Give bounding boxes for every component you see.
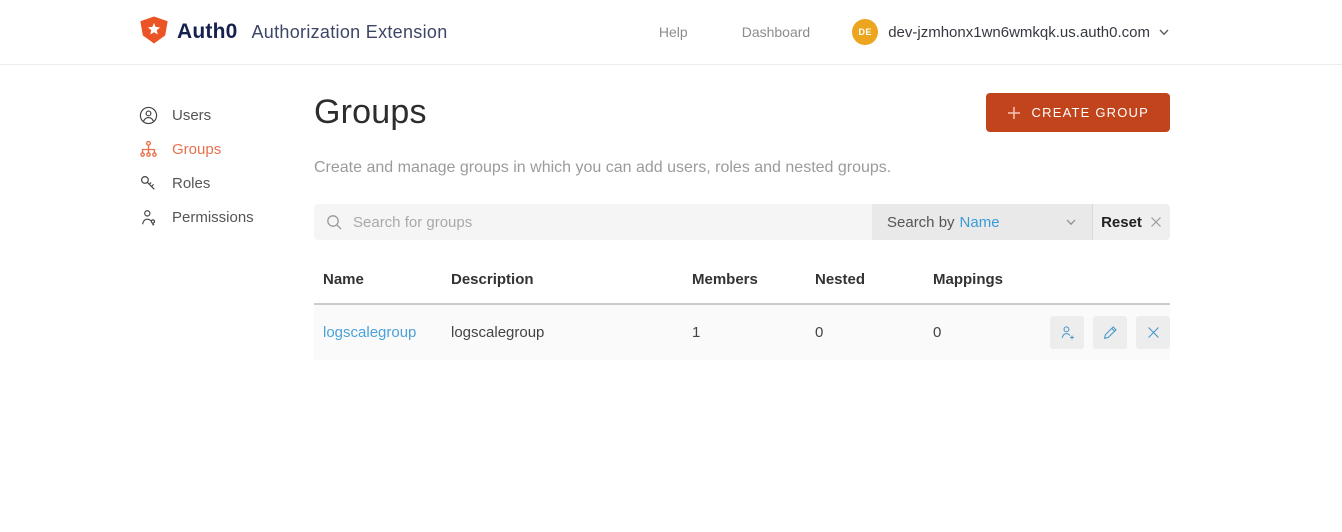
sidebar-item-label: Groups (172, 140, 222, 158)
sidebar-item-users[interactable]: Users (139, 105, 314, 125)
column-description: Description (451, 271, 534, 288)
sidebar-item-groups[interactable]: Groups (139, 139, 314, 159)
account-menu[interactable]: DE dev-jzmhonx1wn6wmkqk.us.auth0.com (852, 19, 1170, 45)
delete-group-button[interactable] (1136, 316, 1170, 349)
sidebar-item-label: Roles (172, 174, 211, 192)
brand-wordmark: Auth0 (177, 20, 238, 43)
avatar[interactable]: DE (852, 19, 879, 45)
keys-icon (141, 175, 155, 190)
group-members-cell: 1 (692, 324, 701, 341)
create-group-button[interactable]: CREATE GROUP (985, 93, 1170, 132)
groups-table: Name Description Members Nested Mappings… (314, 271, 1170, 360)
chevron-down-icon (1159, 29, 1169, 36)
create-group-label: CREATE GROUP (1031, 105, 1149, 120)
sidebar-item-roles[interactable]: Roles (139, 173, 314, 193)
user-icon (139, 106, 158, 124)
app-title: Authorization Extension (251, 21, 448, 42)
person-key-icon (141, 209, 156, 225)
search-by-value: Name (959, 213, 1000, 231)
add-member-button[interactable] (1050, 316, 1084, 349)
edit-group-button[interactable] (1093, 316, 1127, 349)
hierarchy-icon (140, 140, 157, 157)
auth0-logo-icon (139, 16, 169, 48)
table-header: Name Description Members Nested Mappings (314, 271, 1170, 305)
person-add-icon (1061, 326, 1074, 340)
group-name-link[interactable]: logscalegroup (323, 324, 416, 341)
sidebar-item-label: Permissions (172, 208, 254, 226)
reset-label: Reset (1101, 213, 1142, 231)
column-mappings: Mappings (933, 271, 1003, 288)
group-mappings-cell: 0 (933, 324, 942, 341)
pencil-icon (1103, 326, 1117, 340)
dashboard-link[interactable]: Dashboard (742, 24, 811, 40)
column-nested: Nested (815, 271, 866, 288)
plus-icon (1007, 106, 1020, 119)
page-description: Create and manage groups in which you ca… (314, 159, 892, 176)
search-by-dropdown[interactable]: Search by Name (872, 204, 1092, 240)
search-input[interactable] (314, 204, 872, 240)
sidebar-item-label: Users (172, 106, 212, 124)
top-navigation-bar: Auth0 Authorization Extension Help Dashb… (0, 0, 1342, 65)
table-row: logscalegroup logscalegroup 1 0 0 (314, 305, 1170, 360)
sidebar: Users Groups Roles Permissions (139, 65, 314, 360)
page-title: Groups (314, 93, 427, 131)
reset-button[interactable]: Reset (1092, 204, 1170, 240)
column-name: Name (323, 271, 364, 288)
group-nested-cell: 0 (815, 324, 824, 341)
chevron-down-icon (1066, 219, 1076, 226)
group-description-cell: logscalegroup (451, 324, 545, 341)
tenant-domain: dev-jzmhonx1wn6wmkqk.us.auth0.com (888, 23, 1150, 41)
close-icon (1147, 327, 1159, 338)
sidebar-item-permissions[interactable]: Permissions (139, 207, 314, 227)
row-actions (1050, 316, 1170, 349)
main-panel: Groups CREATE GROUP Create and manage gr… (314, 65, 1170, 360)
help-link[interactable]: Help (659, 24, 688, 40)
search-icon (327, 215, 342, 230)
search-field (314, 204, 872, 240)
search-bar: Search by Name Reset (314, 204, 1170, 240)
close-icon (1150, 217, 1161, 227)
search-by-label: Search by (887, 213, 955, 231)
column-members: Members (692, 271, 758, 288)
